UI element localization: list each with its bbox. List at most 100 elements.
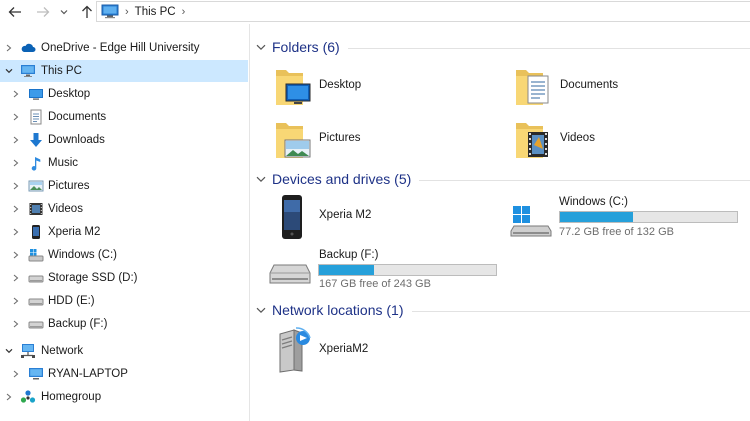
nav-item-label: Homegroup — [41, 391, 102, 403]
nav-item-label: Videos — [48, 203, 83, 215]
drive-free-space: 77.2 GB free of 132 GB — [559, 226, 674, 238]
nav-item-label: Storage SSD (D:) — [48, 272, 138, 284]
network-tile-xperiam2[interactable]: XperiaM2 — [270, 324, 470, 374]
chevron-right-icon[interactable] — [11, 135, 21, 145]
videos-folder-icon — [516, 123, 548, 158]
breadcrumb-separator-icon[interactable]: › — [182, 6, 186, 18]
folder-tile-pictures[interactable]: Pictures — [270, 117, 470, 161]
group-title: Folders (6) — [272, 39, 340, 55]
documents-folder-icon — [516, 70, 549, 105]
nav-item-label: Network — [41, 345, 84, 357]
drive-icon — [28, 321, 44, 329]
drive-tile-windows-c[interactable]: Windows (C:) 77.2 GB free of 132 GB — [508, 192, 748, 240]
chevron-right-icon[interactable] — [4, 43, 14, 53]
back-button[interactable] — [4, 1, 26, 23]
computer-icon — [29, 368, 43, 380]
phone-icon — [282, 195, 302, 239]
forward-button[interactable] — [32, 1, 54, 23]
chevron-right-icon[interactable] — [11, 89, 21, 99]
device-tile-xperia-m2[interactable]: Xperia M2 — [270, 192, 480, 240]
drive-icon — [28, 298, 44, 306]
nav-item-ryan-laptop[interactable]: RYAN-LAPTOP — [0, 363, 248, 385]
breadcrumb-separator-icon: › — [125, 5, 129, 18]
chevron-right-icon[interactable] — [11, 319, 21, 329]
nav-item-label: Documents — [48, 111, 107, 123]
chevron-down-icon — [60, 10, 68, 15]
nav-item-downloads[interactable]: Downloads — [0, 129, 248, 151]
pane-divider[interactable] — [249, 24, 250, 421]
chevron-down-icon[interactable] — [256, 44, 268, 51]
address-box[interactable]: › This PC › — [96, 1, 750, 22]
group-title: Devices and drives (5) — [272, 171, 412, 187]
nav-item-label: Backup (F:) — [48, 318, 108, 330]
nav-item-onedrive[interactable]: OneDrive - Edge Hill University — [0, 37, 248, 59]
pictures-folder-icon — [276, 123, 311, 158]
device-label: Xperia M2 — [319, 209, 372, 221]
nav-item-desktop[interactable]: Desktop — [0, 83, 248, 105]
nav-item-label: Music — [48, 157, 79, 169]
chevron-right-icon[interactable] — [11, 250, 21, 260]
nav-item-xperia-m2[interactable]: Xperia M2 — [0, 221, 248, 243]
recent-locations-button[interactable] — [56, 1, 72, 23]
nav-item-documents[interactable]: Documents — [0, 106, 248, 128]
drive-label: Windows (C:) — [559, 196, 629, 208]
group-divider — [419, 179, 750, 181]
nav-item-this-pc[interactable]: This PC — [0, 60, 248, 82]
folder-tile-documents[interactable]: Documents — [510, 64, 710, 108]
drive-label: Backup (F:) — [319, 249, 379, 261]
nav-item-network[interactable]: Network — [0, 340, 248, 362]
nav-item-windows-c[interactable]: Windows (C:) — [0, 244, 248, 266]
folder-tile-desktop[interactable]: Desktop — [270, 64, 470, 108]
nav-item-label: This PC — [41, 65, 82, 77]
downloads-icon — [30, 133, 42, 147]
group-header-devices-and-drives[interactable]: Devices and drives (5) — [256, 170, 750, 188]
address-toolbar: › This PC › — [0, 0, 750, 24]
nav-item-storage-ssd-d[interactable]: Storage SSD (D:) — [0, 267, 248, 289]
media-server-icon — [279, 327, 311, 373]
group-divider — [411, 310, 750, 312]
folder-label: Desktop — [319, 79, 362, 91]
folder-label: Videos — [560, 132, 595, 144]
phone-icon — [32, 225, 40, 239]
chevron-down-icon[interactable] — [256, 176, 268, 183]
chevron-right-icon[interactable] — [11, 158, 21, 168]
chevron-right-icon[interactable] — [11, 204, 21, 214]
onedrive-icon — [21, 43, 36, 52]
nav-item-videos[interactable]: Videos — [0, 198, 248, 220]
up-button[interactable] — [76, 1, 98, 23]
chevron-right-icon[interactable] — [11, 227, 21, 237]
nav-item-label: OneDrive - Edge Hill University — [41, 42, 200, 54]
this-pc-icon — [21, 65, 35, 77]
breadcrumb-this-pc[interactable]: This PC — [135, 6, 176, 18]
network-icon — [21, 344, 35, 358]
drive-tile-backup-f[interactable]: Backup (F:) 167 GB free of 243 GB — [268, 245, 508, 293]
chevron-down-icon[interactable] — [4, 346, 14, 356]
chevron-right-icon[interactable] — [11, 181, 21, 191]
nav-item-homegroup[interactable]: Homegroup — [0, 386, 248, 408]
folder-tile-videos[interactable]: Videos — [510, 117, 710, 161]
nav-item-music[interactable]: Music — [0, 152, 248, 174]
chevron-right-icon[interactable] — [11, 296, 21, 306]
chevron-down-icon[interactable] — [256, 307, 268, 314]
desktop-icon — [29, 89, 43, 100]
nav-item-pictures[interactable]: Pictures — [0, 175, 248, 197]
chevron-right-icon[interactable] — [11, 273, 21, 283]
chevron-down-icon[interactable] — [4, 66, 14, 76]
nav-item-label: Windows (C:) — [48, 249, 118, 261]
videos-icon — [29, 203, 43, 215]
group-divider — [347, 47, 750, 49]
chevron-right-icon[interactable] — [4, 392, 14, 402]
drive-icon — [269, 264, 311, 284]
nav-item-backup-f[interactable]: Backup (F:) — [0, 313, 248, 335]
chevron-right-icon[interactable] — [11, 369, 21, 379]
music-icon — [31, 157, 41, 171]
group-header-folders[interactable]: Folders (6) — [256, 38, 750, 56]
pictures-icon — [28, 180, 44, 192]
chevron-right-icon[interactable] — [11, 112, 21, 122]
drive-usage-fill — [560, 212, 634, 222]
nav-item-label: Downloads — [48, 134, 105, 146]
group-header-network-locations[interactable]: Network locations (1) — [256, 301, 750, 319]
network-location-label: XperiaM2 — [319, 343, 369, 355]
nav-item-hdd-e[interactable]: HDD (E:) — [0, 290, 248, 312]
documents-icon — [30, 109, 42, 125]
